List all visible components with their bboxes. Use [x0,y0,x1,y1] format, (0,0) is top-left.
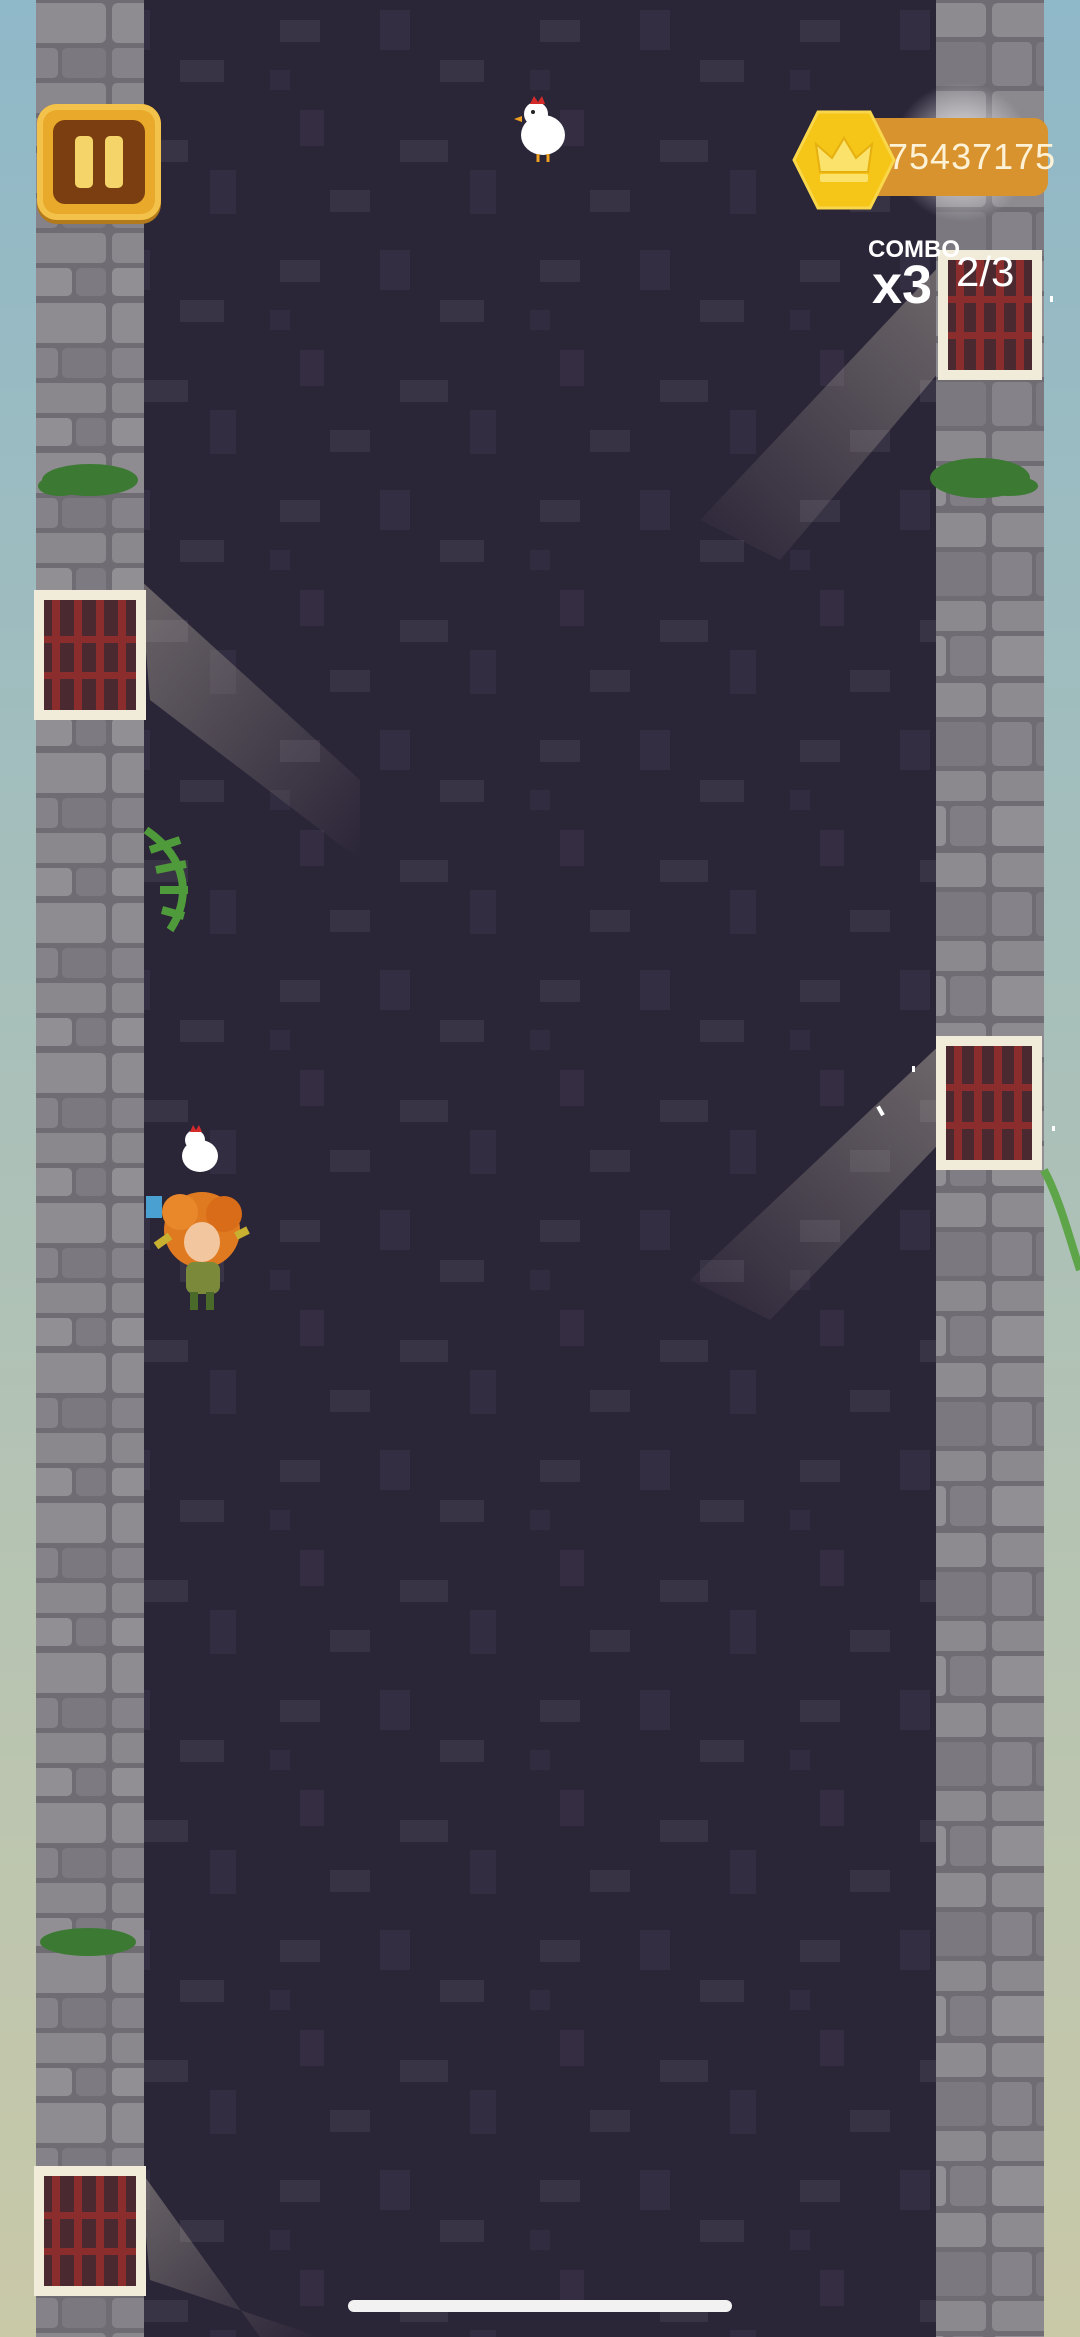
left-tower-wall [36,0,144,2337]
combo-multiplier: x3 [872,255,933,315]
window-left-bottom [34,2166,146,2296]
pause-button[interactable] [37,104,161,220]
window-left-top [34,590,146,720]
crown-icon [792,110,896,210]
home-indicator[interactable] [348,2300,732,2312]
game-scene [0,0,1080,2337]
score-value: 75437175 [888,136,1057,177]
window-right-middle [936,1036,1042,1170]
pause-icon [53,120,145,204]
vine-left-bottom [40,1928,136,1956]
combo-progress: 2/3 [956,248,1015,295]
